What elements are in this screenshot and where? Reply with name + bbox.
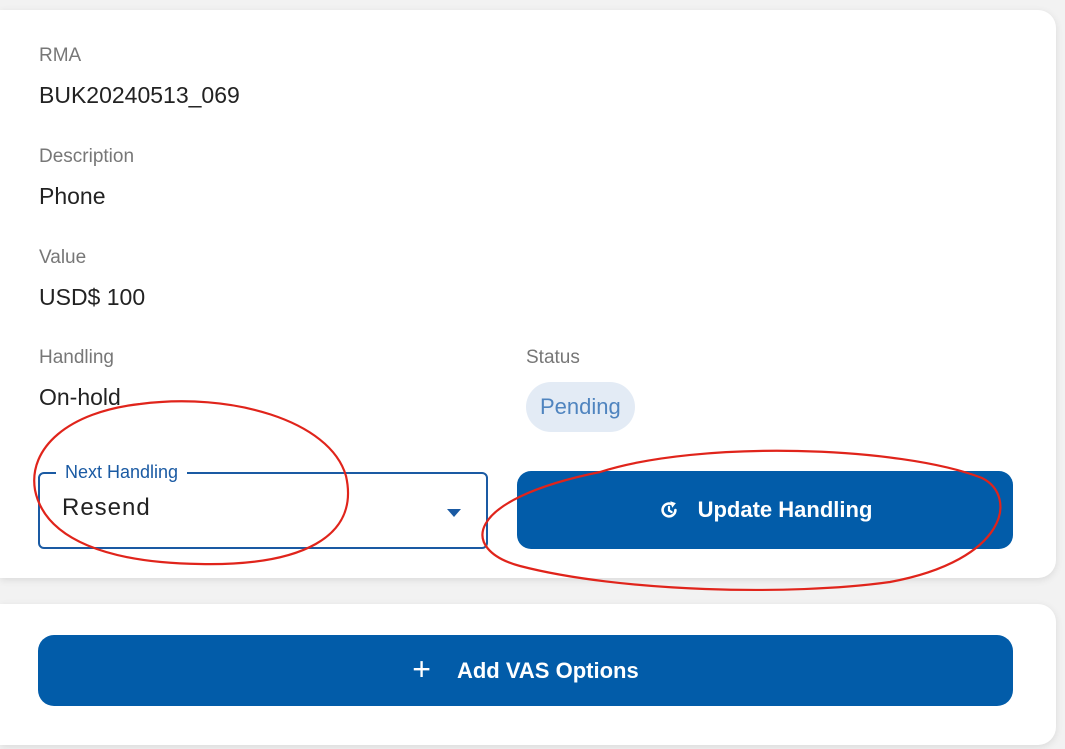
status-label: Status — [526, 347, 580, 368]
description-label: Description — [39, 146, 135, 167]
plus-icon: + — [412, 651, 431, 687]
description-value: Phone — [39, 183, 106, 209]
rma-value: BUK20240513_069 — [39, 82, 240, 108]
add-vas-options-label: Add VAS Options — [456, 657, 639, 683]
handling-value: On-hold — [39, 384, 121, 410]
handling-label: Handling — [39, 347, 114, 368]
value-label: Value — [39, 247, 87, 268]
rma-label: RMA — [39, 45, 82, 66]
status-badge: Pending — [526, 382, 635, 432]
next-handling-select[interactable]: Next Handling Resend — [38, 460, 488, 549]
rma-details-card: RMA BUK20240513_069 Description Phone Va… — [0, 10, 1056, 578]
next-handling-value: Resend — [62, 494, 151, 521]
value-value: USD$ 100 — [39, 284, 146, 310]
update-handling-label: Update Handling — [697, 497, 873, 522]
refresh-icon — [658, 499, 680, 521]
add-vas-options-button[interactable]: + Add VAS Options — [38, 635, 1013, 706]
dropdown-arrow-icon[interactable] — [447, 509, 461, 517]
next-handling-label: Next Handling — [56, 460, 188, 484]
update-handling-button[interactable]: Update Handling — [517, 471, 1013, 549]
